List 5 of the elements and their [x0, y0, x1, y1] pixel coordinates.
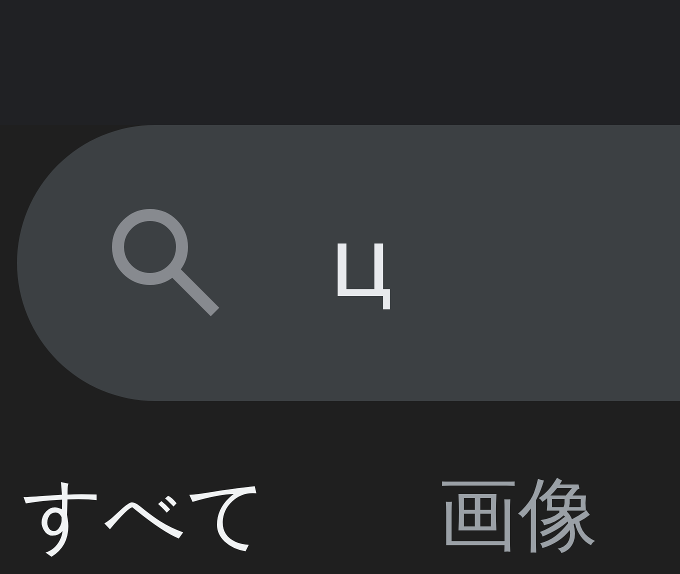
search-tab[interactable]: 画像 [438, 471, 598, 559]
search-bar[interactable]: ц [17, 125, 680, 401]
search-query: ц [329, 215, 394, 311]
search-tab[interactable]: すべて [22, 471, 268, 559]
search-icon [110, 207, 222, 319]
